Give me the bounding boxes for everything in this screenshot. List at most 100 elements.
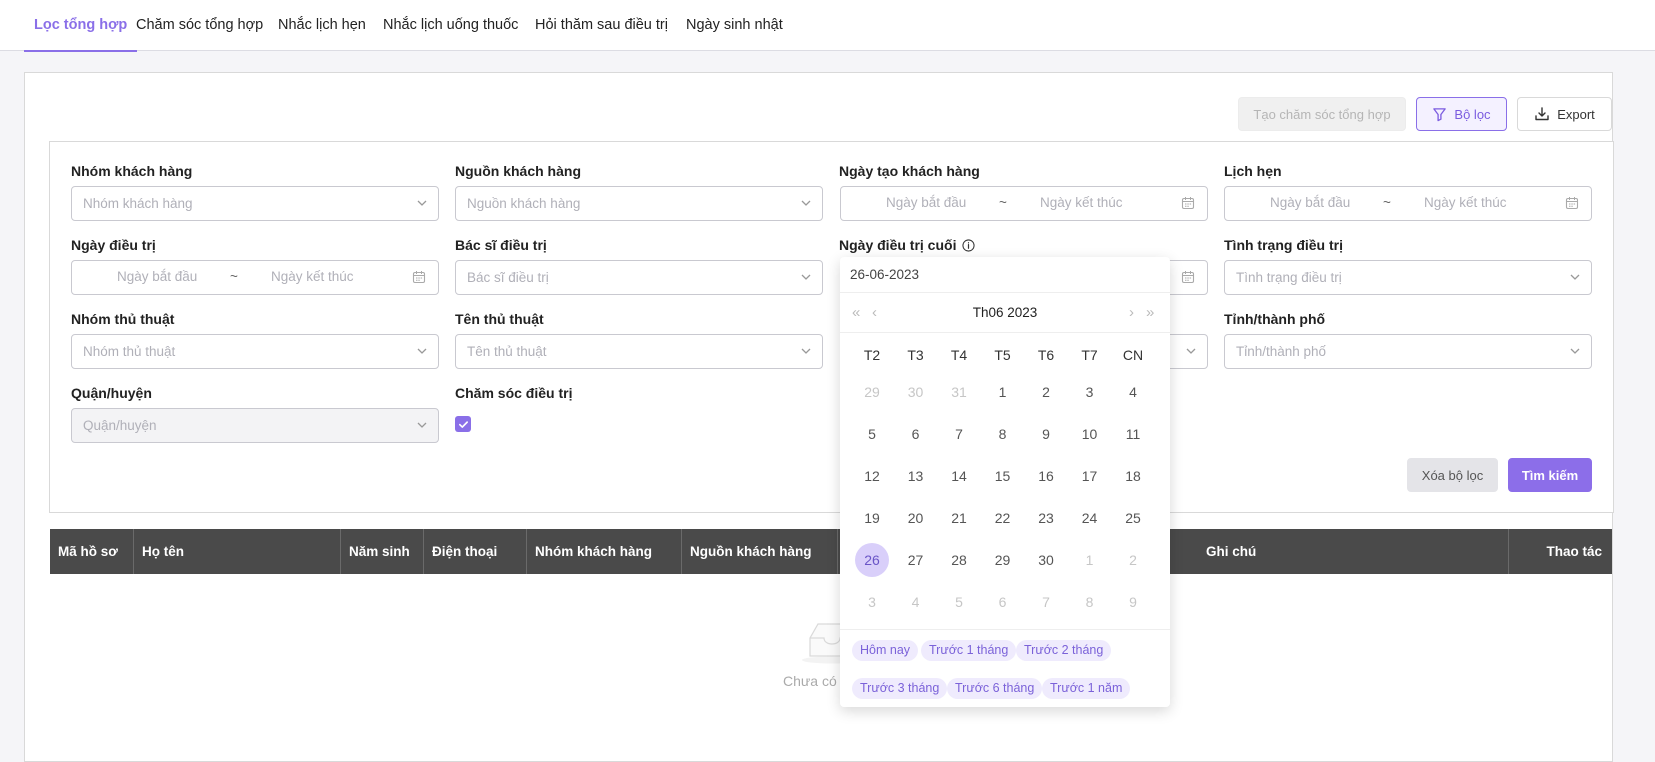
calendar-day[interactable]: 28 (942, 543, 976, 577)
calendar-day[interactable]: 4 (1116, 375, 1150, 409)
chevron-down-icon (417, 422, 427, 428)
calendar-day[interactable]: 31 (942, 375, 976, 409)
tab-nhac-lich-hen[interactable]: Nhắc lịch hẹn (278, 0, 366, 51)
weekday-header: T4 (950, 347, 968, 363)
tab-cham-soc-tong-hop[interactable]: Chăm sóc tổng hợp (136, 0, 263, 51)
range-start[interactable]: Ngày bắt đầu (117, 261, 197, 292)
calendar-day[interactable]: 6 (899, 417, 933, 451)
customer-group-placeholder: Nhóm khách hàng (83, 196, 193, 211)
tab-loc-tong-hop[interactable]: Lọc tổng hợp (23, 0, 138, 52)
procedure-group-select[interactable]: Nhóm thủ thuật (71, 334, 439, 369)
calendar-day[interactable]: 3 (1073, 375, 1107, 409)
calendar-day[interactable]: 12 (855, 459, 889, 493)
col-thao-tac: Thao tác (1546, 544, 1602, 559)
calendar-day[interactable]: 19 (855, 501, 889, 535)
customer-group-select[interactable]: Nhóm khách hàng (71, 186, 439, 221)
calendar-day[interactable]: 7 (1029, 585, 1063, 619)
next-year-icon[interactable]: » (1146, 293, 1154, 333)
preset-1-month[interactable]: Trước 1 tháng (921, 640, 1017, 661)
range-start[interactable]: Ngày bắt đầu (1270, 187, 1350, 218)
chevron-down-icon (1186, 348, 1196, 354)
customer-source-select[interactable]: Nguồn khách hàng (455, 186, 823, 221)
calendar-day[interactable]: 7 (942, 417, 976, 451)
date-picker-input[interactable]: 26-06-2023 (840, 257, 1170, 293)
calendar-day[interactable]: 3 (855, 585, 889, 619)
chevron-down-icon (417, 200, 427, 206)
calendar-day[interactable]: 14 (942, 459, 976, 493)
calendar-day-selected[interactable]: 26 (855, 543, 889, 577)
appointment-range[interactable]: Ngày bắt đầu ~ Ngày kết thúc (1224, 186, 1592, 221)
filter-button-label: Bộ lọc (1454, 106, 1491, 122)
calendar-day[interactable]: 13 (899, 459, 933, 493)
calendar-day[interactable]: 6 (986, 585, 1020, 619)
calendar-day[interactable]: 2 (1116, 543, 1150, 577)
tab-hoi-tham-sau-dieu-tri[interactable]: Hỏi thăm sau điều trị (535, 0, 668, 51)
filter-button[interactable]: Bộ lọc (1416, 97, 1507, 131)
calendar-day[interactable]: 9 (1116, 585, 1150, 619)
info-icon[interactable] (962, 238, 976, 252)
create-care-button[interactable]: Tạo chăm sóc tổng hợp (1238, 97, 1406, 131)
calendar-day[interactable]: 16 (1029, 459, 1063, 493)
calendar-day[interactable]: 1 (986, 375, 1020, 409)
customer-group-label: Nhóm khách hàng (71, 163, 193, 179)
next-month-icon[interactable]: › (1129, 293, 1134, 333)
calendar-day[interactable]: 29 (855, 375, 889, 409)
col-nhom-khach-hang: Nhóm khách hàng (527, 529, 682, 574)
calendar-day[interactable]: 21 (942, 501, 976, 535)
range-end[interactable]: Ngày kết thúc (271, 261, 354, 292)
weekday-header: T2 (863, 347, 881, 363)
calendar-day[interactable]: 18 (1116, 459, 1150, 493)
treatment-status-select[interactable]: Tình trạng điều trị (1224, 260, 1592, 295)
preset-6-month[interactable]: Trước 6 tháng (947, 678, 1043, 699)
doctor-select[interactable]: Bác sĩ điều trị (455, 260, 823, 295)
calendar-day[interactable]: 15 (986, 459, 1020, 493)
weekday-header: CN (1122, 347, 1144, 363)
procedure-group-placeholder: Nhóm thủ thuật (83, 344, 176, 359)
preset-3-month[interactable]: Trước 3 tháng (852, 678, 948, 699)
calendar-day[interactable]: 29 (986, 543, 1020, 577)
tab-nhac-lich-uong-thuoc[interactable]: Nhắc lịch uống thuốc (383, 0, 518, 51)
search-button[interactable]: Tìm kiếm (1508, 458, 1592, 492)
treatment-status-placeholder: Tình trạng điều trị (1236, 270, 1342, 285)
care-checkbox[interactable] (455, 416, 471, 432)
calendar-day[interactable]: 30 (1029, 543, 1063, 577)
district-select[interactable]: Quận/huyện (71, 408, 439, 443)
preset-1-year[interactable]: Trước 1 năm (1042, 678, 1131, 699)
calendar-day[interactable]: 17 (1073, 459, 1107, 493)
calendar-day[interactable]: 30 (899, 375, 933, 409)
clear-filter-button[interactable]: Xóa bộ lọc (1407, 458, 1498, 492)
calendar-day[interactable]: 1 (1073, 543, 1107, 577)
empty-text: Chưa có d (783, 673, 849, 689)
calendar-day[interactable]: 8 (986, 417, 1020, 451)
calendar-day[interactable]: 24 (1073, 501, 1107, 535)
calendar-day[interactable]: 5 (855, 417, 889, 451)
filter-icon (1433, 107, 1447, 121)
export-button[interactable]: Export (1517, 97, 1612, 131)
range-start[interactable]: Ngày bắt đầu (886, 187, 966, 218)
calendar-day[interactable]: 8 (1073, 585, 1107, 619)
chevron-down-icon (417, 348, 427, 354)
date-picker-popup: 26-06-2023 « ‹ Th06 2023 › » T2 T3 T4 T5 T6 T… (840, 257, 1170, 707)
download-icon (1535, 107, 1549, 121)
treatment-date-range[interactable]: Ngày bắt đầu ~ Ngày kết thúc (71, 260, 439, 295)
month-year-title[interactable]: Th06 2023 (840, 293, 1170, 333)
range-end[interactable]: Ngày kết thúc (1040, 187, 1123, 218)
calendar-day[interactable]: 4 (899, 585, 933, 619)
calendar-day[interactable]: 23 (1029, 501, 1063, 535)
calendar-day[interactable]: 27 (899, 543, 933, 577)
calendar-day[interactable]: 5 (942, 585, 976, 619)
calendar-day[interactable]: 22 (986, 501, 1020, 535)
calendar-day[interactable]: 9 (1029, 417, 1063, 451)
calendar-day[interactable]: 11 (1116, 417, 1150, 451)
preset-2-month[interactable]: Trước 2 tháng (1016, 640, 1112, 661)
calendar-day[interactable]: 10 (1073, 417, 1107, 451)
procedure-name-select[interactable]: Tên thủ thuật (455, 334, 823, 369)
province-select[interactable]: Tỉnh/thành phố (1224, 334, 1592, 369)
calendar-day[interactable]: 25 (1116, 501, 1150, 535)
calendar-day[interactable]: 2 (1029, 375, 1063, 409)
preset-today[interactable]: Hôm nay (852, 640, 919, 661)
range-end[interactable]: Ngày kết thúc (1424, 187, 1507, 218)
customer-created-range[interactable]: Ngày bắt đầu ~ Ngày kết thúc (840, 186, 1208, 221)
calendar-day[interactable]: 20 (899, 501, 933, 535)
tab-ngay-sinh-nhat[interactable]: Ngày sinh nhật (686, 0, 783, 51)
